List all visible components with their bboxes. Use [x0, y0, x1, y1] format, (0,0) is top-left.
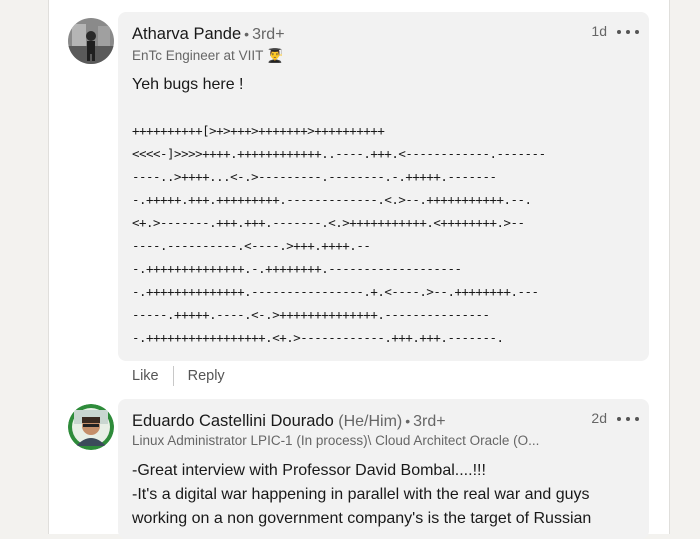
- comment-bubble: Atharva Pande • 3rd+ EnTc Engineer at VIIT…: [118, 12, 649, 361]
- author-headline: Linux Administrator LPIC-1 (In process)\…: [132, 433, 540, 448]
- comment-text: Yeh bugs here !: [132, 76, 244, 93]
- divider: [172, 366, 174, 386]
- comment-actions: Like Reply: [132, 366, 225, 386]
- more-icon[interactable]: [617, 412, 639, 426]
- author-name[interactable]: Atharva Pande: [132, 25, 241, 43]
- author-line: Eduardo Castellini Dourado (He/Him) • 3rd+: [132, 412, 446, 431]
- separator-dot: •: [405, 413, 411, 429]
- separator-dot: •: [244, 26, 250, 42]
- comment-bubble: Eduardo Castellini Dourado (He/Him) • 3rd+…: [118, 399, 649, 539]
- comment-time: 1d: [591, 23, 607, 39]
- comment-time: 2d: [591, 410, 607, 426]
- avatar[interactable]: [68, 404, 114, 450]
- comment-code: ++++++++++[>+>+++>+++++++>++++++++++ <<<…: [132, 123, 546, 345]
- comment-text: -Great interview with Professor David Bo…: [132, 459, 591, 531]
- author-headline: EnTc Engineer at VIIT 👨‍🎓: [132, 48, 284, 63]
- comment-line: working on a non government company's is…: [132, 510, 592, 527]
- reply-button[interactable]: Reply: [188, 368, 225, 384]
- connection-degree: 3rd+: [413, 413, 446, 430]
- comment-line: -It's a digital war happening in paralle…: [132, 486, 590, 503]
- author-name[interactable]: Eduardo Castellini Dourado: [132, 412, 334, 430]
- author-line: Atharva Pande • 3rd+: [132, 25, 285, 44]
- author-pronouns: (He/Him): [338, 413, 403, 430]
- avatar[interactable]: [68, 18, 114, 64]
- more-icon[interactable]: [617, 25, 639, 39]
- connection-degree: 3rd+: [252, 26, 285, 43]
- like-button[interactable]: Like: [132, 368, 159, 384]
- comment-line: -Great interview with Professor David Bo…: [132, 462, 486, 479]
